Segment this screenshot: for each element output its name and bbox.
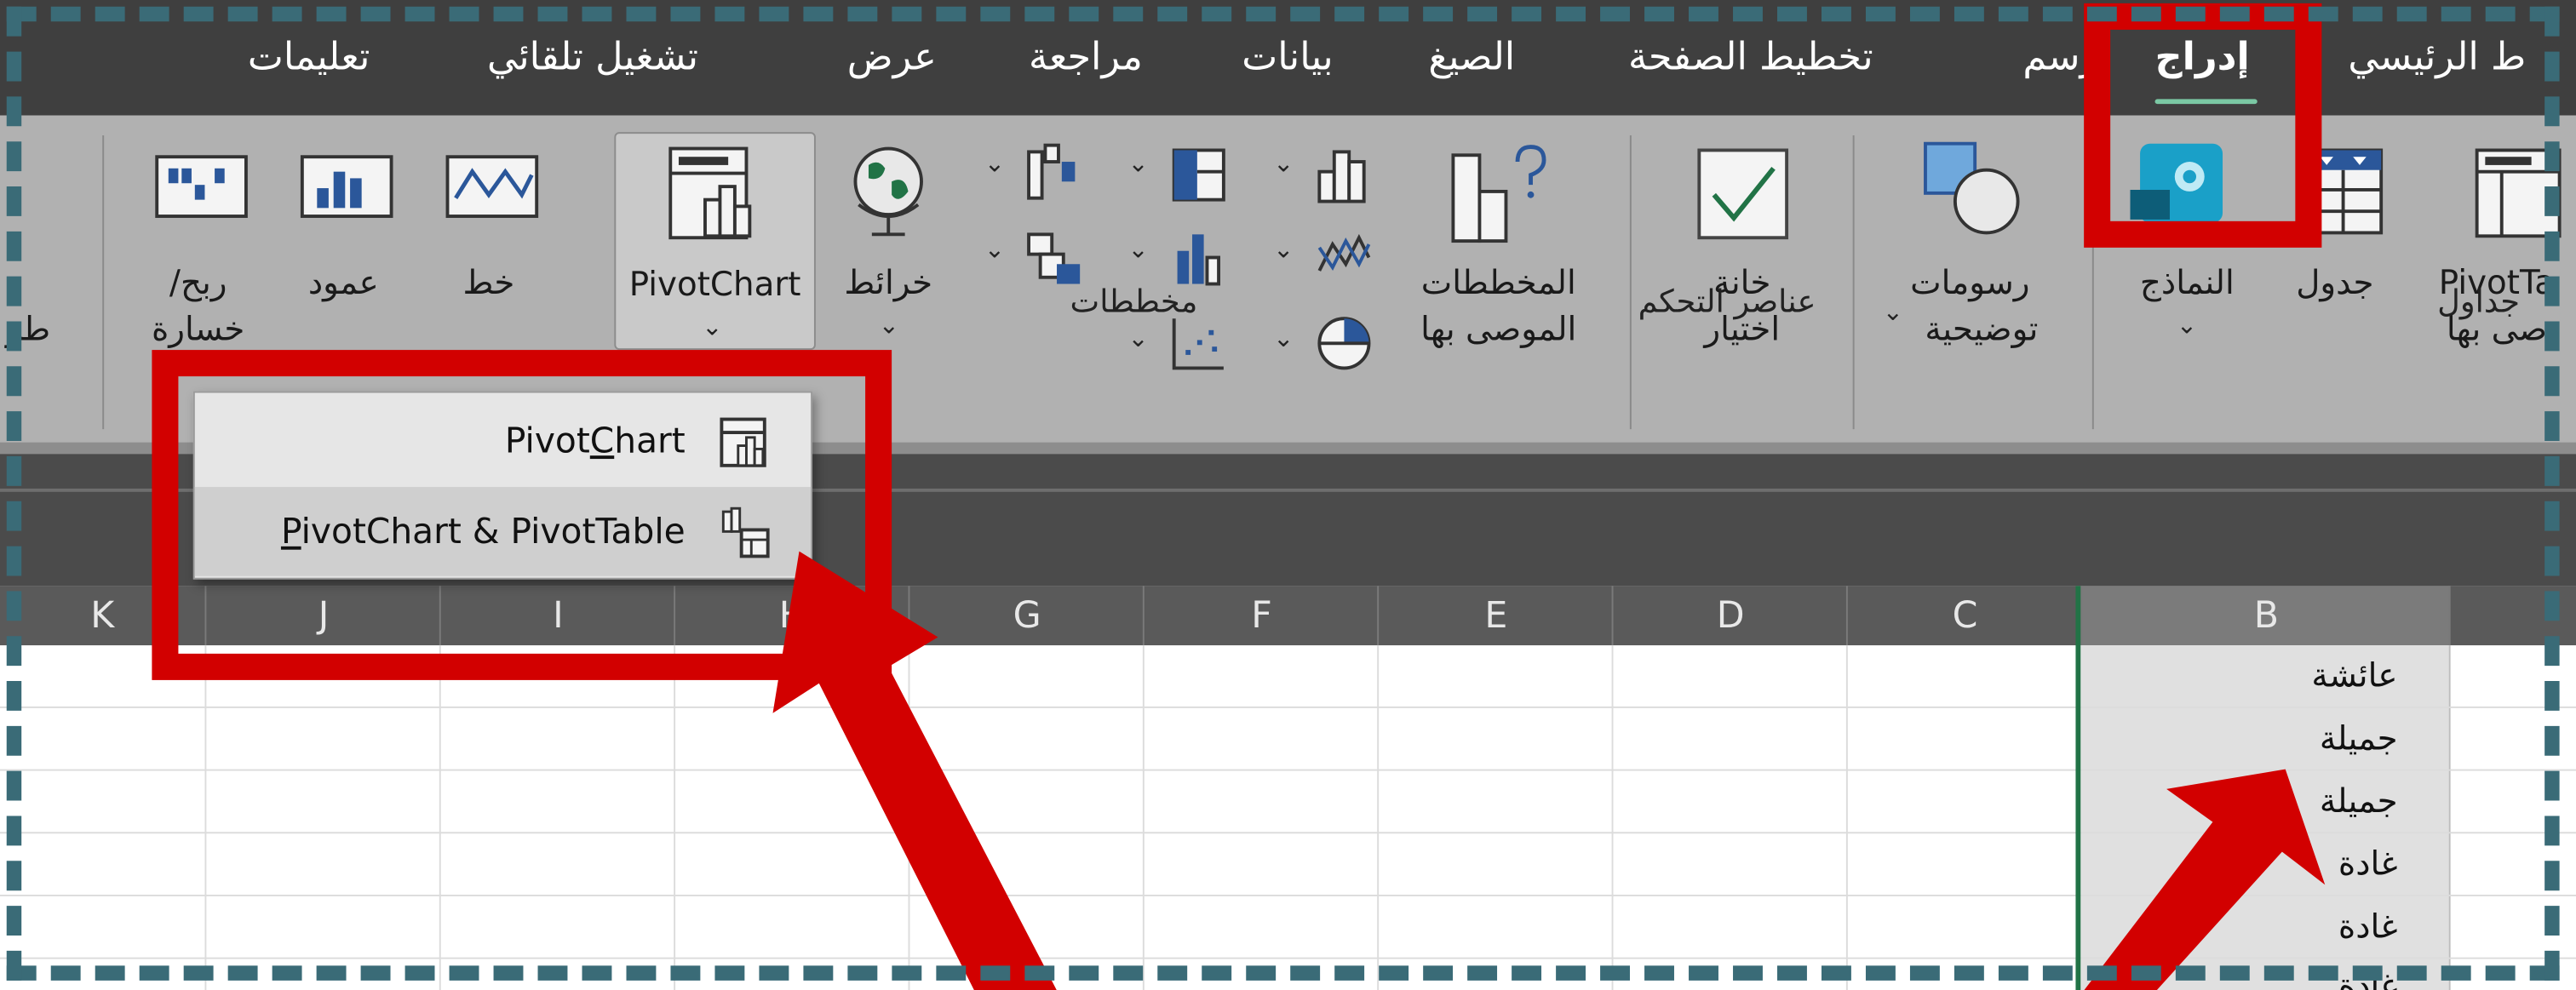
dashed-frame-border [6,6,2560,981]
excel-window: تعليمات تشغيل تلقائي عرض مراجعة بيانات ا… [0,0,2576,990]
